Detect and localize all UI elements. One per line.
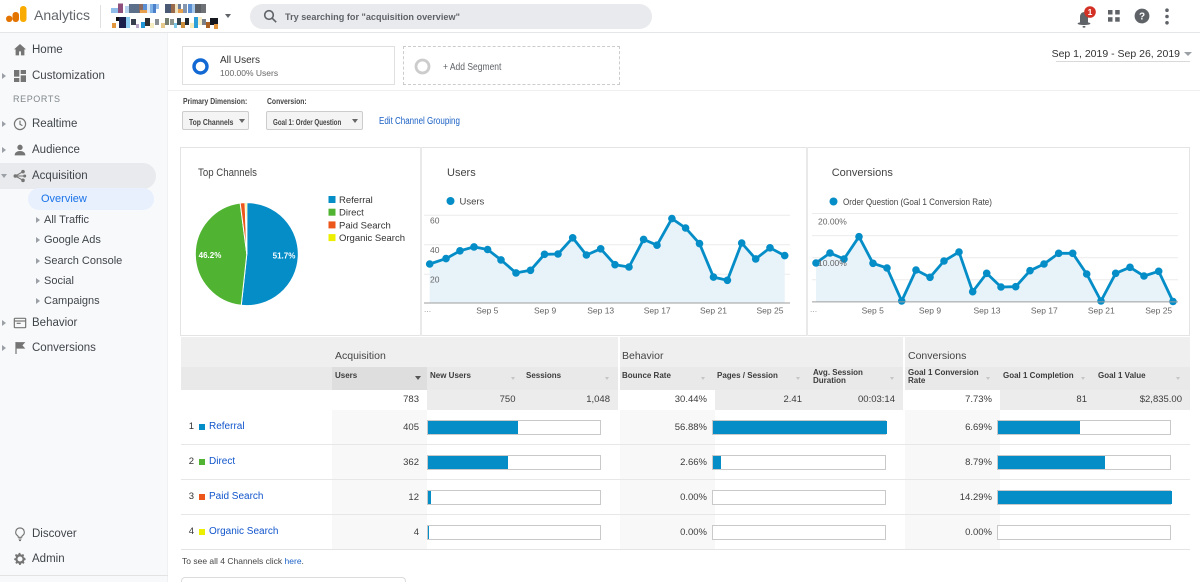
svg-text:60: 60 (430, 216, 440, 226)
svg-text:?: ? (1139, 12, 1145, 23)
svg-text:...: ... (424, 304, 431, 314)
svg-text:Sep 25: Sep 25 (1145, 306, 1172, 316)
svg-text:Sep 13: Sep 13 (587, 306, 614, 316)
svg-text:Conversions: Conversions (832, 167, 894, 179)
svg-text:40: 40 (430, 245, 440, 255)
svg-text:...: ... (810, 304, 817, 314)
svg-text:Sep 9: Sep 9 (919, 306, 941, 316)
svg-text:1: 1 (1088, 7, 1093, 17)
svg-text:Users: Users (460, 197, 485, 208)
svg-text:Sep 21: Sep 21 (700, 306, 727, 316)
svg-text:Paid Search: Paid Search (339, 220, 391, 231)
svg-text:Sep 21: Sep 21 (1088, 306, 1115, 316)
svg-text:Sep 25: Sep 25 (757, 306, 784, 316)
svg-text:Users: Users (447, 167, 476, 179)
svg-text:Sep 9: Sep 9 (534, 306, 556, 316)
svg-text:20.00%: 20.00% (818, 217, 847, 227)
svg-text:10.00%: 10.00% (818, 258, 847, 268)
svg-text:Sep 17: Sep 17 (1031, 306, 1058, 316)
svg-text:Order Question (Goal 1 Convers: Order Question (Goal 1 Conversion Rate) (843, 197, 992, 208)
svg-text:Sep 5: Sep 5 (862, 306, 884, 316)
svg-text:Sep 17: Sep 17 (644, 306, 671, 316)
svg-text:Direct: Direct (339, 208, 364, 219)
svg-text:Organic Search: Organic Search (339, 233, 405, 244)
svg-text:Referral: Referral (339, 195, 373, 206)
svg-text:Sep 13: Sep 13 (974, 306, 1001, 316)
svg-text:20: 20 (430, 275, 440, 285)
svg-text:46.2%: 46.2% (199, 251, 222, 260)
svg-text:Top Channels: Top Channels (198, 167, 257, 179)
svg-text:Sep 5: Sep 5 (476, 306, 498, 316)
svg-text:51.7%: 51.7% (273, 252, 296, 261)
